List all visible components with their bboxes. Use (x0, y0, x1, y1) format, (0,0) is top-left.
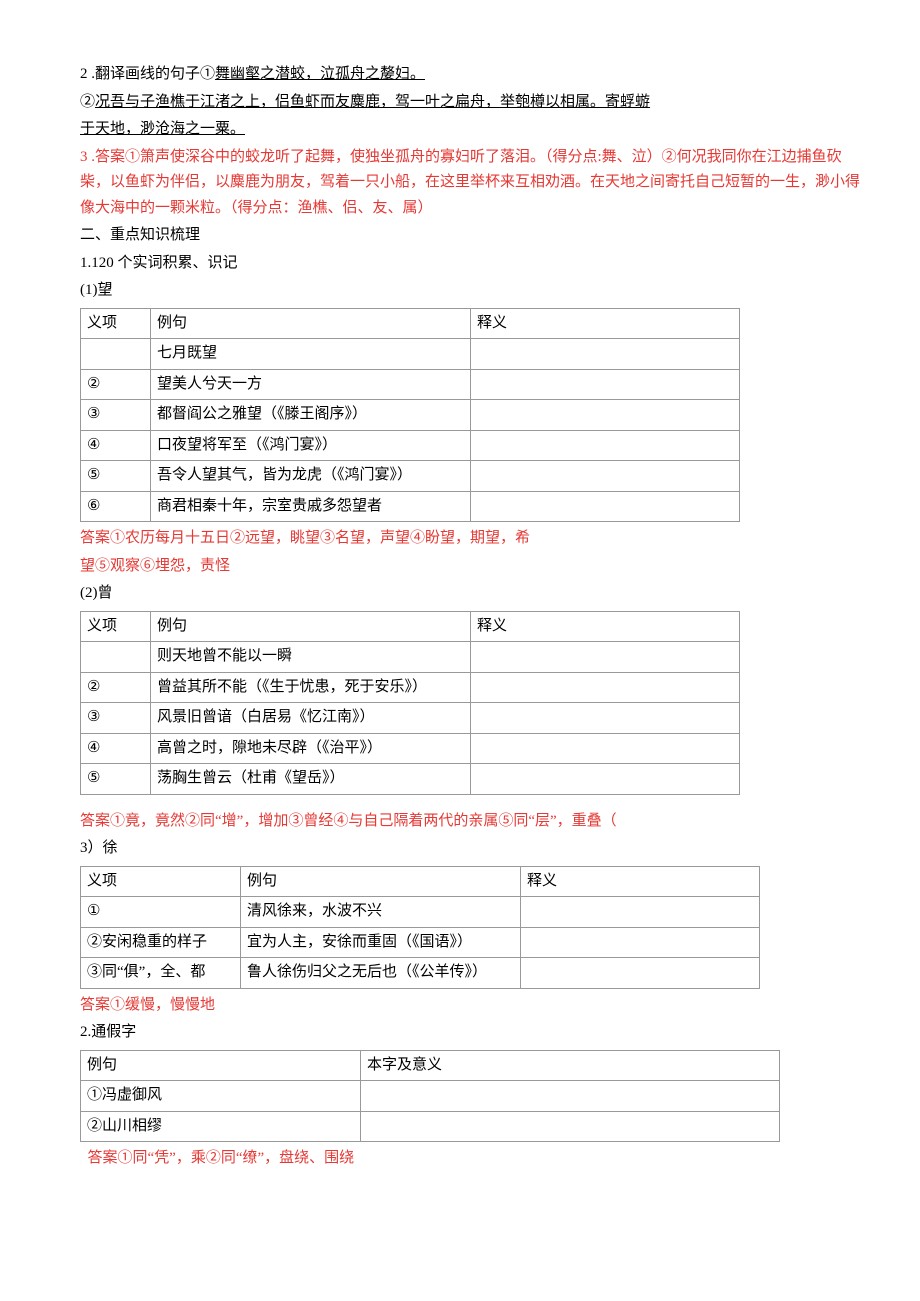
q2-line2: ②况吾与子渔樵于江渚之上，侣鱼虾而友麋鹿，驾一叶之扁舟，举匏樽以相属。寄蜉蝣 (80, 90, 860, 116)
table-head: 义项 例句 释义 (81, 611, 740, 642)
ceng-ans: 答案①竟，竟然②同“增”，增加③曾经④与自己隔着两代的亲属⑤同“层”，重叠（ (80, 809, 860, 835)
wang-ans1: 答案①农历每月十五日②远望，眺望③名望，声望④盼望，期望，希 (80, 526, 860, 552)
xu-table: 义项 例句 释义 ①清风徐来，水波不兴 ②安闲稳重的样子宜为人主，安徐而重固（《… (80, 866, 760, 989)
table-row: 七月既望 (81, 339, 740, 370)
tongjia-title: 2.通假字 (80, 1020, 860, 1046)
wang-ans2: 望⑤观察⑥埋怨，责怪 (80, 554, 860, 580)
table-row: ②曾益其所不能（《生于忧患，死于安乐》） (81, 672, 740, 703)
tongjia-table: 例句 本字及意义 ①冯虚御风 ②山川相缪 (80, 1050, 780, 1143)
th-shiyi: 释义 (471, 308, 740, 339)
table-row: ②安闲稳重的样子宜为人主，安徐而重固（《国语》） (81, 927, 760, 958)
table-row: ④口夜望将军至（《鸿门宴》） (81, 430, 740, 461)
q2-line1: 2 .翻译画线的句子①舞幽壑之潜蛟，泣孤舟之嫠妇。 (80, 62, 860, 88)
q2-u1: 舞幽壑之潜蛟，泣孤舟之嫠妇。 (215, 66, 425, 82)
table-row: ②望美人兮天一方 (81, 369, 740, 400)
table-head: 义项 例句 释义 (81, 308, 740, 339)
table-row: ①清风徐来，水波不兴 (81, 897, 760, 928)
table-head: 义项 例句 释义 (81, 866, 760, 897)
wang-table: 义项 例句 释义 七月既望 ②望美人兮天一方 ③都督阎公之雅望（《滕王阁序》） … (80, 308, 740, 523)
table-head: 例句 本字及意义 (81, 1050, 780, 1081)
table-row: ③都督阎公之雅望（《滕王阁序》） (81, 400, 740, 431)
table-row: ⑤荡胸生曾云（杜甫《望岳》） (81, 764, 740, 795)
th-liju: 例句 (241, 866, 521, 897)
wang-title: (1)望 (80, 278, 860, 304)
th-yixiang: 义项 (81, 308, 151, 339)
sec2-h: 二、重点知识梳理 (80, 223, 860, 249)
table-row: ①冯虚御风 (81, 1081, 780, 1112)
xu-ans: 答案①缓慢，慢慢地 (80, 993, 860, 1019)
ceng-table: 义项 例句 释义 则天地曾不能以一瞬 ②曾益其所不能（《生于忧患，死于安乐》） … (80, 611, 740, 795)
q2-l2c: 于天地，渺沧海之一粟。 (80, 121, 245, 137)
sec2-h1: 1.120 个实词积累、识记 (80, 251, 860, 277)
table-row: 则天地曾不能以一瞬 (81, 642, 740, 673)
th-liju: 例句 (151, 308, 471, 339)
xu-title: 3）徐 (80, 836, 860, 862)
th-benzi: 本字及意义 (361, 1050, 780, 1081)
q3-answer: 3 .答案①箫声使深谷中的蛟龙听了起舞，使独坐孤舟的寡妇听了落泪。（得分点:舞、… (80, 145, 860, 222)
table-row: ③同“俱”，全、都鲁人徐伤归父之无后也（《公羊传》） (81, 958, 760, 989)
th-shiyi: 释义 (471, 611, 740, 642)
th-shiyi: 释义 (521, 866, 760, 897)
table-row: ③风景旧曾谙（白居易《忆江南》） (81, 703, 740, 734)
ceng-title: (2)曾 (80, 581, 860, 607)
q2-l2a: ② (80, 94, 95, 110)
table-row: ⑥商君相秦十年，宗室贵戚多怨望者 (81, 491, 740, 522)
tongjia-ans: 答案①同“凭”，乘②同“缭”，盘绕、围绕 (80, 1146, 860, 1172)
table-row: ⑤吾令人望其气，皆为龙虎（《鸿门宴》） (81, 461, 740, 492)
table-row: ④高曾之时，隙地未尽辟（《治平》） (81, 733, 740, 764)
th-liju: 例句 (151, 611, 471, 642)
th-liju: 例句 (81, 1050, 361, 1081)
th-yixiang: 义项 (81, 866, 241, 897)
table-row: ②山川相缪 (81, 1111, 780, 1142)
q2-label: 2 .翻译画线的句子① (80, 66, 215, 82)
q2-l2b: 况吾与子渔樵于江渚之上，侣鱼虾而友麋鹿，驾一叶之扁舟，举匏樽以相属。寄蜉蝣 (95, 94, 650, 110)
th-yixiang: 义项 (81, 611, 151, 642)
q2-line3: 于天地，渺沧海之一粟。 (80, 117, 860, 143)
